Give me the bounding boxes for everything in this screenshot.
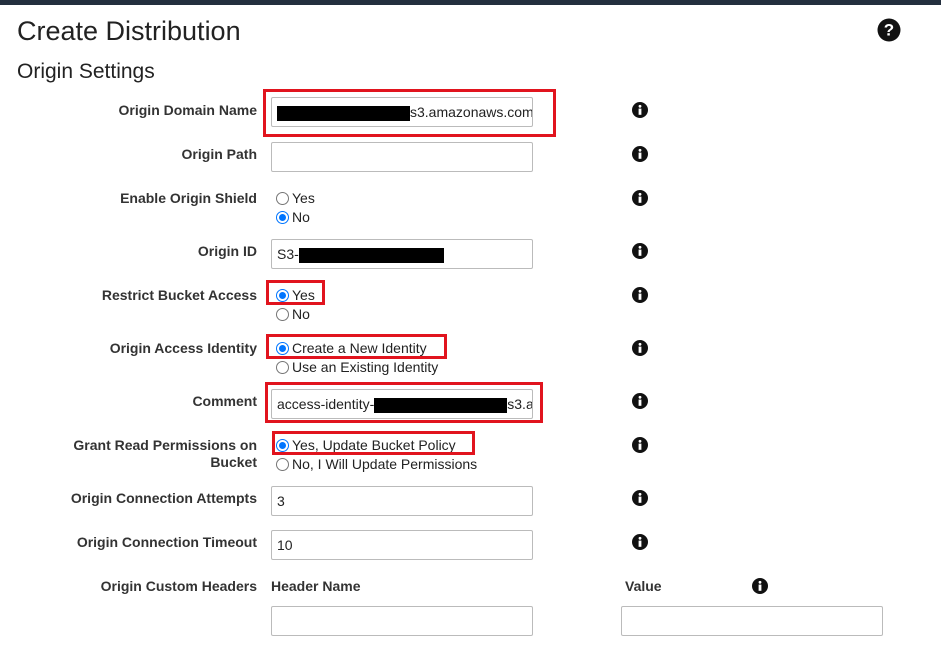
create-new-identity-radio[interactable]: Create a New Identity [276, 339, 427, 357]
radio-button[interactable] [276, 457, 289, 471]
svg-text:?: ? [884, 21, 894, 40]
info-icon[interactable] [632, 146, 648, 162]
info-icon[interactable] [632, 393, 648, 409]
use-existing-identity-radio[interactable]: Use an Existing Identity [276, 358, 438, 376]
restrict-bucket-no-radio[interactable]: No [276, 305, 310, 323]
header-name-column-label: Header Name [271, 578, 361, 594]
radio-label: Yes [292, 287, 315, 303]
comment-value-suffix: s3.a [507, 396, 533, 412]
origin-domain-name-input[interactable]: s3.amazonaws.com [271, 97, 533, 127]
value-column-label: Value [625, 578, 662, 594]
radio-label: No, I Will Update Permissions [292, 456, 478, 472]
info-icon[interactable] [632, 534, 648, 550]
grant-read-permissions-label: Grant Read Permissions on Bucket [17, 437, 257, 471]
origin-shield-yes-radio[interactable]: Yes [276, 189, 315, 207]
origin-access-identity-label: Origin Access Identity [109, 340, 257, 356]
header-name-input[interactable] [271, 606, 533, 636]
info-icon[interactable] [632, 243, 648, 259]
top-bar [0, 0, 941, 5]
origin-id-label: Origin ID [197, 243, 257, 259]
info-icon[interactable] [752, 578, 768, 594]
origin-domain-name-label: Origin Domain Name [118, 102, 257, 118]
radio-label: Create a New Identity [292, 340, 427, 356]
restrict-bucket-yes-radio[interactable]: Yes [276, 286, 315, 304]
radio-button[interactable] [276, 288, 289, 302]
origin-domain-name-value: s3.amazonaws.com [410, 104, 533, 120]
origin-connection-attempts-label: Origin Connection Attempts [70, 490, 257, 506]
header-value-input[interactable] [621, 606, 883, 636]
enable-origin-shield-label: Enable Origin Shield [120, 190, 257, 206]
label-line: Grant Read Permissions on [73, 437, 257, 453]
info-icon[interactable] [632, 490, 648, 506]
comment-label: Comment [192, 393, 257, 409]
comment-input[interactable]: access-identity-s3.a [271, 389, 533, 419]
info-icon[interactable] [632, 190, 648, 206]
redacted-block [277, 105, 410, 121]
page-title: Create Distribution [17, 16, 241, 46]
will-update-permissions-radio[interactable]: No, I Will Update Permissions [276, 455, 477, 473]
radio-button[interactable] [276, 307, 289, 321]
info-icon[interactable] [632, 437, 648, 453]
restrict-bucket-access-label: Restrict Bucket Access [101, 287, 257, 303]
info-icon[interactable] [632, 340, 648, 356]
section-title: Origin Settings [17, 60, 155, 83]
info-icon[interactable] [632, 287, 648, 303]
redacted-block [298, 247, 444, 263]
origin-path-input[interactable] [271, 142, 533, 172]
origin-connection-timeout-label: Origin Connection Timeout [76, 534, 257, 550]
origin-custom-headers-label: Origin Custom Headers [100, 578, 257, 594]
comment-value-prefix: access-identity- [277, 396, 375, 412]
radio-button[interactable] [276, 341, 289, 355]
origin-shield-no-radio[interactable]: No [276, 208, 310, 226]
radio-button[interactable] [276, 191, 289, 205]
radio-button[interactable] [276, 360, 289, 374]
origin-id-value: S3- [277, 246, 299, 262]
radio-button[interactable] [276, 210, 289, 224]
origin-connection-attempts-input[interactable]: 3 [271, 486, 533, 516]
radio-button[interactable] [276, 438, 289, 452]
radio-label: Use an Existing Identity [292, 359, 439, 375]
label-line: Bucket [210, 454, 257, 470]
redacted-block [374, 397, 508, 413]
origin-connection-timeout-input[interactable]: 10 [271, 530, 533, 560]
help-icon[interactable]: ? [877, 18, 901, 42]
radio-label: No [292, 306, 310, 322]
radio-label: Yes, Update Bucket Policy [292, 437, 456, 453]
update-bucket-policy-radio[interactable]: Yes, Update Bucket Policy [276, 436, 456, 454]
origin-path-label: Origin Path [181, 146, 257, 162]
radio-label: No [292, 209, 310, 225]
origin-id-input[interactable]: S3- [271, 239, 533, 269]
info-icon[interactable] [632, 102, 648, 118]
radio-label: Yes [292, 190, 315, 206]
